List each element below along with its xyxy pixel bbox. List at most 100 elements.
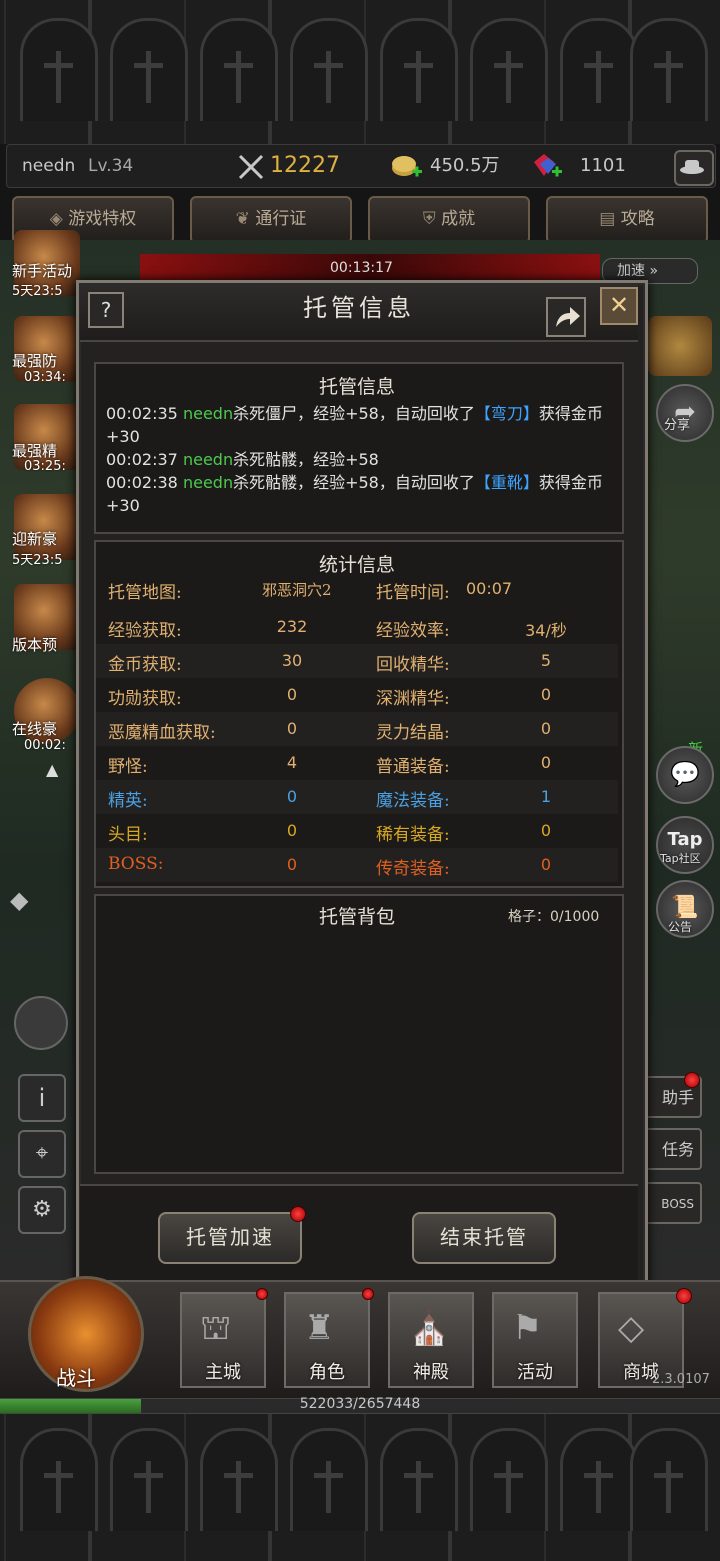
location-pin-icon[interactable]: ⌖ xyxy=(18,1130,66,1178)
stat-label: 普通装备: xyxy=(376,757,450,777)
tab-achievements[interactable]: ⛨ 成就 xyxy=(368,196,530,244)
arch-decor xyxy=(470,18,548,121)
stat-label: 经验获取: xyxy=(108,621,182,641)
sidebar-timer: 03:25: xyxy=(24,459,66,474)
log-panel-title: 托管信息 xyxy=(318,376,395,398)
helmet-icon: ♜ xyxy=(304,1308,335,1348)
time-value: 00:07 xyxy=(466,579,513,598)
stat-value: 0 xyxy=(286,821,298,840)
stats-row: BOSS: 0 传奇装备: 0 xyxy=(96,848,618,882)
book-icon: ▤ xyxy=(599,209,621,229)
stats-panel-title: 统计信息 xyxy=(318,554,395,576)
log-entry: 00:02:37 needn杀死骷髅，经验+58 xyxy=(106,450,379,469)
gold-amount: 450.5万 xyxy=(430,155,500,176)
stat-value: 0 xyxy=(540,821,552,840)
share-icon[interactable]: ➦ xyxy=(656,384,714,442)
stat-value: 5 xyxy=(540,651,552,670)
stat-label: 恶魔精血获取: xyxy=(108,723,216,743)
stats-row: 金币获取: 30 回收精华: 5 xyxy=(96,644,618,678)
version-label: 2.3.0107 xyxy=(652,1372,710,1387)
info-icon[interactable]: i xyxy=(18,1074,66,1122)
stat-value: 0 xyxy=(286,719,298,738)
stats-row: 经验获取: 232 经验效率: 34/秒 xyxy=(96,610,618,644)
event-timer: 00:13:17 xyxy=(330,260,393,276)
temple-icon: ⛪ xyxy=(408,1308,451,1348)
bag-slots: 格子：0/1000 xyxy=(508,909,600,925)
sidebar-timer: 5天23:5 xyxy=(12,284,63,299)
tab-guide[interactable]: ▤ 攻略 xyxy=(546,196,708,244)
stats-row: 精英: 0 魔法装备: 1 xyxy=(96,780,618,814)
exp-text: 522033/2657448 xyxy=(299,1396,421,1412)
arch-decor xyxy=(560,1428,638,1531)
stat-value: 232 xyxy=(276,617,308,636)
nav-temple-label: 神殿 xyxy=(413,1362,449,1383)
stat-label: 野怪: xyxy=(108,757,148,777)
arch-decor xyxy=(200,1428,278,1531)
stats-row: 恶魔精血获取: 0 灵力结晶: 0 xyxy=(96,712,618,746)
banner-icon: ⚑ xyxy=(512,1308,543,1348)
stat-label: 魔法装备: xyxy=(376,791,450,811)
notification-dot xyxy=(256,1288,268,1300)
nav-events-label: 活动 xyxy=(517,1362,553,1383)
gear-icon[interactable]: ⚙ xyxy=(18,1186,66,1234)
sidebar-timer: 00:02: xyxy=(24,738,66,753)
stats-row: 头目: 0 稀有装备: 0 xyxy=(96,814,618,848)
stat-label: 深渊精华: xyxy=(376,689,450,709)
collapse-up-icon[interactable]: ▲ xyxy=(46,760,58,779)
stat-label: BOSS: xyxy=(108,854,164,874)
share-arrow-icon xyxy=(556,307,580,327)
tab-battle-pass[interactable]: ❦ 通行证 xyxy=(190,196,352,244)
end-auto-battle-button[interactable]: 结束托管 xyxy=(412,1212,556,1264)
sidebar-timer: 03:34: xyxy=(24,370,66,385)
stat-label: 回收精华: xyxy=(376,655,450,675)
stat-value: 1 xyxy=(540,787,552,806)
arch-decor xyxy=(110,18,188,121)
stats-row: 功勋获取: 0 深渊精华: 0 xyxy=(96,678,618,712)
map-value: 邪恶洞穴2 xyxy=(262,581,332,599)
gem-add-icon[interactable] xyxy=(530,152,564,182)
menu-button[interactable] xyxy=(674,150,714,186)
castle-gate-icon: ⛫ xyxy=(200,1308,232,1348)
stat-value: 4 xyxy=(286,753,298,772)
chat-icon[interactable]: 💬 xyxy=(656,746,714,804)
skill-orb-icon[interactable] xyxy=(14,996,68,1050)
notification-dot xyxy=(676,1288,692,1304)
notification-dot xyxy=(290,1206,306,1222)
speed-up-button[interactable]: 托管加速 xyxy=(158,1212,302,1264)
top-backdrop xyxy=(0,0,720,144)
stat-value: 0 xyxy=(540,685,552,704)
log-list: 00:02:35 needn杀死僵尸，经验+58，自动回收了【弯刀】获得金币+3… xyxy=(106,398,606,526)
arch-decor xyxy=(20,18,98,121)
crossed-swords-icon xyxy=(236,152,266,182)
share-button[interactable] xyxy=(546,297,586,337)
stat-value: 30 xyxy=(281,651,303,670)
arch-decor xyxy=(380,18,458,121)
time-label: 托管时间: xyxy=(376,583,450,603)
stat-label: 灵力结晶: xyxy=(376,723,450,743)
sidebar-label: 新手活动 xyxy=(12,262,73,280)
gem-amount: 1101 xyxy=(580,155,626,176)
stat-value: 0 xyxy=(286,787,298,806)
expand-left-icon[interactable]: ◆ xyxy=(10,886,28,914)
close-button[interactable]: ✕ xyxy=(600,287,638,325)
stats-row: 野怪: 4 普通装备: 0 xyxy=(96,746,618,780)
gold-add-icon[interactable] xyxy=(390,152,424,182)
nav-main-city-label: 主城 xyxy=(205,1362,241,1383)
stat-label: 稀有装备: xyxy=(376,825,450,845)
wings-icon: ❦ xyxy=(235,209,256,229)
nav-battle-label: 战斗 xyxy=(56,1366,96,1390)
combat-power: 12227 xyxy=(270,153,340,178)
shield-icon: ⛨ xyxy=(422,209,442,229)
share-label: 分享 xyxy=(664,418,691,433)
arch-decor xyxy=(290,18,368,121)
arch-decor xyxy=(630,18,708,121)
sidebar-timer: 5天23:5 xyxy=(12,553,63,568)
tap-community-label: Tap社区 xyxy=(660,852,701,865)
log-entry: 00:02:38 needn杀死骷髅，经验+58，自动回收了【重靴】获得金币+3… xyxy=(106,473,603,515)
nav-character-label: 角色 xyxy=(309,1362,345,1383)
arch-decor xyxy=(380,1428,458,1531)
player-level: Lv.34 xyxy=(88,156,134,176)
stat-value: 0 xyxy=(540,753,552,772)
castle-icon[interactable] xyxy=(648,316,712,376)
stat-value: 34/秒 xyxy=(525,621,567,640)
